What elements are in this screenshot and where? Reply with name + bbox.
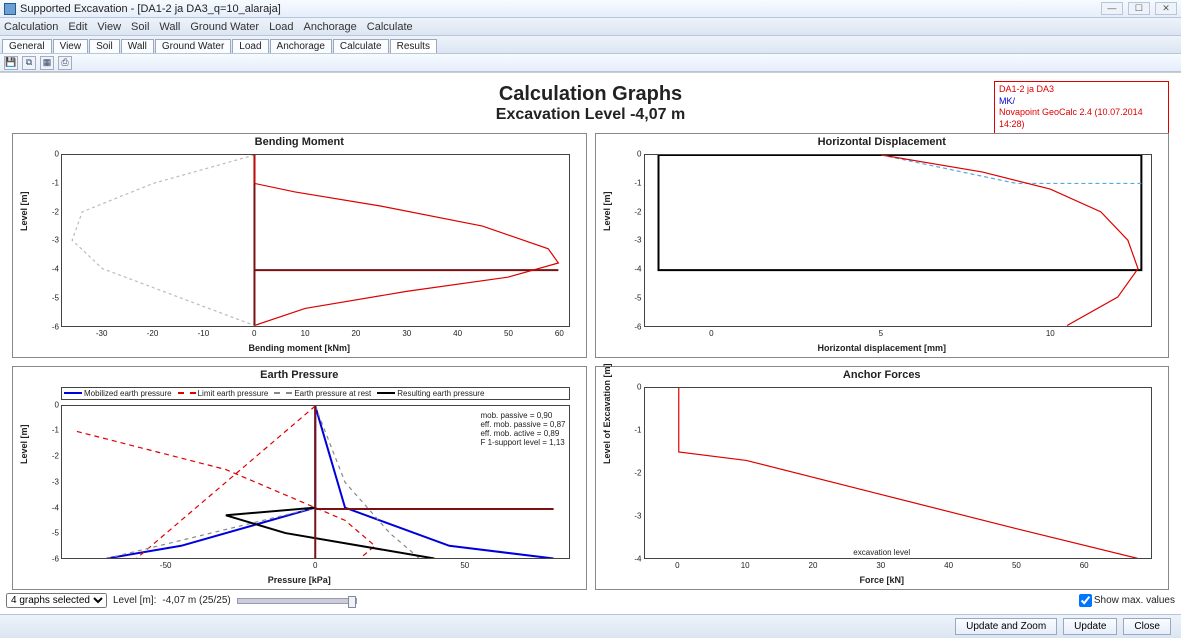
menubar: Calculation Edit View Soil Wall Ground Water L… — [0, 18, 1181, 36]
max-button[interactable]: ☐ — [1128, 2, 1150, 15]
panel-earthp: Earth Pressure Mobilized earth pressureLi… — [12, 366, 587, 591]
tab-load[interactable]: Load — [232, 39, 268, 53]
level-label: Level [m]: — [113, 595, 156, 606]
tab-general[interactable]: General — [2, 39, 52, 53]
bottom-bar: 4 graphs selected Level [m]: -4,07 m (25… — [4, 591, 1177, 610]
menu-view[interactable]: View — [97, 21, 121, 33]
close-dialog-button[interactable]: Close — [1123, 618, 1171, 635]
plot-earthp: Mobilized earth pressureLimit earth pres… — [19, 383, 580, 586]
tab-anchorage[interactable]: Anchorage — [270, 39, 332, 53]
panel-title: Horizontal Displacement — [596, 134, 1169, 150]
plot-bending: Level [m]Bending moment [kNm]0-1-2-3-4-5… — [19, 150, 580, 353]
app-icon — [4, 3, 16, 15]
close-button[interactable]: ✕ — [1155, 2, 1177, 15]
panel-title: Earth Pressure — [13, 367, 586, 383]
panel-title: Anchor Forces — [596, 367, 1169, 383]
menu-ground-water[interactable]: Ground Water — [190, 21, 259, 33]
panel-hdisp: Horizontal DisplacementLevel [m]Horizont… — [595, 133, 1170, 358]
panel-anchor: Anchor ForcesLevel of Excavation [m]Forc… — [595, 366, 1170, 591]
level-slider[interactable] — [237, 598, 357, 604]
panel-title: Bending Moment — [13, 134, 586, 150]
tab-calculate[interactable]: Calculate — [333, 39, 389, 53]
legend: Mobilized earth pressureLimit earth pres… — [61, 387, 570, 400]
tabbar: GeneralViewSoilWallGround WaterLoadAncho… — [0, 36, 1181, 54]
menu-load[interactable]: Load — [269, 21, 293, 33]
graph-count-select[interactable]: 4 graphs selected — [6, 593, 107, 608]
menu-calculate[interactable]: Calculate — [367, 21, 413, 33]
tab-view[interactable]: View — [53, 39, 89, 53]
annotations: mob. passive = 0,90eff. mob. passive = 0… — [480, 411, 565, 447]
toolbar: 💾 ⧉ ▦ ⎙ — [0, 54, 1181, 72]
tab-ground-water[interactable]: Ground Water — [155, 39, 231, 53]
panel-bending: Bending MomentLevel [m]Bending moment [k… — [12, 133, 587, 358]
update-button[interactable]: Update — [1063, 618, 1117, 635]
titlebar: Supported Excavation - [DA1-2 ja DA3_q=1… — [0, 0, 1181, 18]
tab-wall[interactable]: Wall — [121, 39, 154, 53]
info-box: DA1-2 ja DA3 MK/ Novapoint GeoCalc 2.4 (… — [994, 81, 1169, 134]
plot-anchor: Level of Excavation [m]Force [kN]0-1-2-3… — [602, 383, 1163, 586]
showmax-checkbox[interactable]: Show max. values — [1079, 594, 1175, 607]
save-icon[interactable]: 💾 — [4, 56, 18, 70]
min-button[interactable]: — — [1101, 2, 1123, 15]
tab-soil[interactable]: Soil — [89, 39, 120, 53]
menu-edit[interactable]: Edit — [68, 21, 87, 33]
menu-wall[interactable]: Wall — [159, 21, 180, 33]
update-zoom-button[interactable]: Update and Zoom — [955, 618, 1057, 635]
menu-calculation[interactable]: Calculation — [4, 21, 58, 33]
tab-results[interactable]: Results — [390, 39, 437, 53]
content-area: Calculation Graphs Excavation Level -4,0… — [0, 72, 1181, 638]
menu-soil[interactable]: Soil — [131, 21, 149, 33]
copy-icon[interactable]: ⧉ — [22, 56, 36, 70]
window-title: Supported Excavation - [DA1-2 ja DA3_q=1… — [20, 3, 281, 15]
footer: Update and Zoom Update Close — [0, 614, 1181, 638]
table-icon[interactable]: ▦ — [40, 56, 54, 70]
print-icon[interactable]: ⎙ — [58, 56, 72, 70]
plot-hdisp: Level [m]Horizontal displacement [mm]0-1… — [602, 150, 1163, 353]
menu-anchorage[interactable]: Anchorage — [304, 21, 357, 33]
level-value: -4,07 m (25/25) — [162, 595, 230, 606]
